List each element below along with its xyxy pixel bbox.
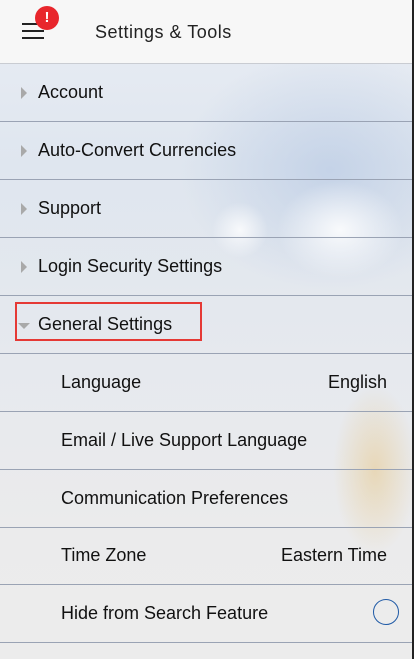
setting-value: English (327, 372, 387, 392)
setting-label: Hide from Search Feature (61, 603, 269, 623)
highlight-box (15, 302, 202, 341)
app-header: ! Settings & Tools (0, 0, 412, 64)
chevron-right-icon (21, 261, 27, 273)
page-title: Settings & Tools (95, 22, 232, 42)
menu-bar (22, 37, 44, 39)
chevron-right-icon (21, 203, 27, 215)
setting-support-language[interactable]: Email / Live Support Language (0, 412, 412, 470)
setting-language[interactable]: Language English (0, 354, 412, 412)
setting-value: Eastern Time (280, 545, 387, 565)
menu-bar (22, 30, 44, 32)
setting-label: Time Zone (61, 545, 147, 565)
section-label: Auto-Convert Currencies (38, 140, 237, 160)
app-frame: ! Settings & Tools Account Auto-Convert … (0, 0, 414, 659)
setting-time-zone[interactable]: Time Zone Eastern Time (0, 527, 412, 585)
section-auto-convert-currencies[interactable]: Auto-Convert Currencies (0, 122, 412, 180)
setting-label: Communication Preferences (61, 488, 289, 508)
chevron-right-icon (21, 145, 27, 157)
radio-toggle[interactable] (373, 599, 399, 625)
setting-hide-from-search[interactable]: Hide from Search Feature (0, 585, 412, 643)
setting-label: Email / Live Support Language (61, 430, 308, 450)
chevron-right-icon (21, 87, 27, 99)
setting-label: Language (61, 372, 142, 392)
section-support[interactable]: Support (0, 180, 412, 238)
notification-badge[interactable]: ! (35, 6, 59, 30)
section-label: Login Security Settings (38, 256, 223, 276)
setting-communication-preferences[interactable]: Communication Preferences (0, 470, 412, 528)
section-login-security-settings[interactable]: Login Security Settings (0, 238, 412, 296)
section-label: Support (38, 198, 102, 218)
section-account[interactable]: Account (0, 64, 412, 122)
section-label: Account (38, 82, 104, 102)
